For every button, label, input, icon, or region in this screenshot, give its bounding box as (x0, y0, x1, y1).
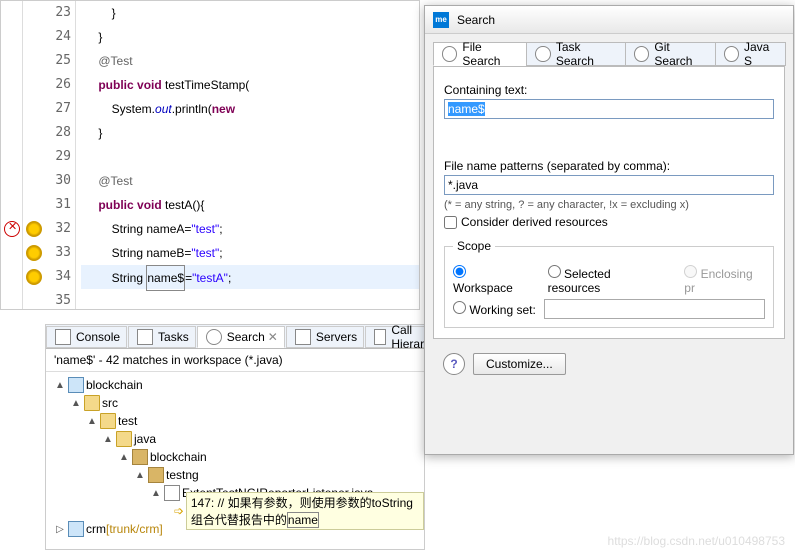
console-icon (55, 329, 71, 345)
scope-workspace[interactable]: Workspace (453, 265, 528, 295)
tree-node[interactable]: ▲src (46, 394, 424, 412)
view-tab-servers[interactable]: Servers (286, 326, 364, 348)
search-tab-git-search[interactable]: Git Search (625, 42, 716, 66)
match-arrow-icon: ➩ (174, 504, 184, 518)
file-patterns-label: File name patterns (separated by comma): (444, 159, 774, 173)
search-icon (535, 46, 550, 62)
search-icon (724, 46, 739, 62)
tree-node[interactable]: ▲testng (46, 466, 424, 484)
scope-enclosing[interactable]: Enclosing pr (684, 265, 765, 295)
search-results-tree[interactable]: ▲blockchain▲src▲test▲java▲blockchain▲tes… (46, 372, 424, 542)
working-set-input[interactable] (544, 299, 765, 319)
jfile-icon (164, 485, 180, 501)
proj-icon (68, 377, 84, 393)
search-tab-file-search[interactable]: File Search (433, 42, 527, 66)
consider-derived-checkbox[interactable] (444, 216, 457, 229)
search-icon (442, 46, 457, 62)
srcfolder-icon (84, 395, 100, 411)
app-icon: me (433, 12, 449, 28)
wildcards-hint: (* = any string, ? = any character, !x =… (444, 199, 774, 211)
dialog-title: Search (457, 13, 495, 27)
dialog-titlebar[interactable]: me Search (425, 6, 793, 34)
marker-gutter-b (23, 1, 48, 309)
scope-fieldset: Scope Workspace Selected resources Enclo… (444, 239, 774, 328)
folder-icon (116, 431, 132, 447)
project-icon (68, 521, 84, 537)
search-icon (634, 46, 649, 62)
consider-derived-label: Consider derived resources (461, 215, 608, 229)
scope-legend: Scope (453, 239, 495, 253)
bottom-panel: ConsoleTasksSearch ✕ServersCall Hierarch… (45, 324, 425, 550)
code-editor[interactable]: ✕ 23242526272829303132333435 } } @Test p… (0, 0, 420, 310)
tree-node[interactable]: ▲blockchain (46, 376, 424, 394)
watermark: https://blog.csdn.net/u010498753 (608, 534, 785, 548)
servers-icon (295, 329, 311, 345)
tree-node[interactable]: ▲java (46, 430, 424, 448)
code-body[interactable]: } } @Test public void testTimeStamp( Sys… (81, 1, 419, 309)
marker-gutter-a: ✕ (1, 1, 23, 309)
search-dialog: me Search File SearchTask SearchGit Sear… (424, 5, 794, 455)
tree-node[interactable]: ➩ 147: // 如果有参数，则使用参数的toString组合代替报告中的na… (46, 502, 424, 520)
scope-working-set[interactable]: Working set: (453, 301, 536, 317)
pkg-icon (132, 449, 148, 465)
close-icon[interactable]: ✕ (268, 330, 278, 344)
hierarchy-icon (374, 329, 386, 345)
scope-selected[interactable]: Selected resources (548, 265, 665, 295)
view-tabs: ConsoleTasksSearch ✕ServersCall Hierarch… (46, 325, 424, 349)
file-patterns-input[interactable] (444, 175, 774, 195)
tasks-icon (137, 329, 153, 345)
search-tab-java-s[interactable]: Java S (715, 42, 786, 66)
search-icon (206, 329, 222, 345)
containing-text-input[interactable]: name$ (444, 99, 774, 119)
view-tab-console[interactable]: Console (46, 326, 127, 348)
search-result-summary: 'name$' - 42 matches in workspace (*.jav… (46, 349, 424, 372)
tree-node[interactable]: ▲test (46, 412, 424, 430)
containing-text-label: Containing text: (444, 83, 774, 97)
search-tab-task-search[interactable]: Task Search (526, 42, 626, 66)
customize-button[interactable]: Customize... (473, 353, 566, 375)
help-button[interactable]: ? (443, 353, 465, 375)
view-tab-tasks[interactable]: Tasks (128, 326, 196, 348)
search-type-tabs: File SearchTask SearchGit SearchJava S (433, 42, 785, 67)
line-number-gutter: 23242526272829303132333435 (48, 1, 76, 309)
folder-icon (100, 413, 116, 429)
pkg-icon (148, 467, 164, 483)
tree-node[interactable]: ▲blockchain (46, 448, 424, 466)
view-tab-search[interactable]: Search ✕ (197, 326, 285, 348)
